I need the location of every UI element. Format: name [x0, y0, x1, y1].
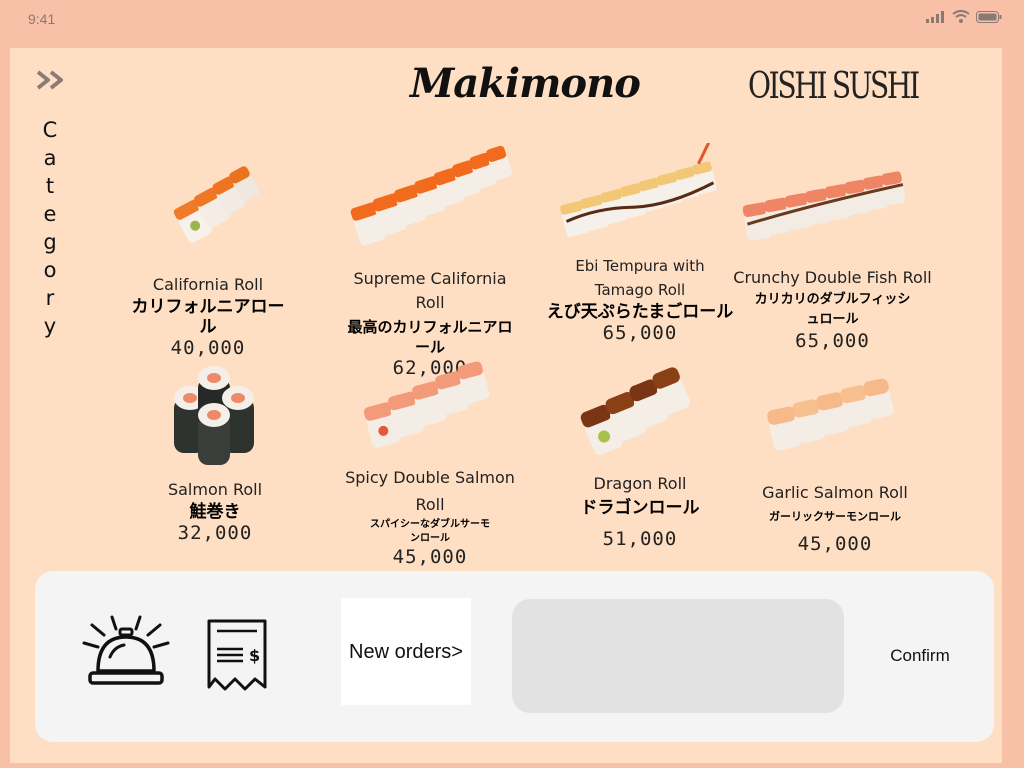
menu-item-salmon-roll[interactable]: Salmon Roll 鮭巻き 32,000 — [150, 353, 280, 544]
item-name-jp: 最高のカリフォルニアロール — [347, 318, 513, 356]
item-name: Spicy Double Salmon Roll — [345, 468, 515, 514]
svg-text:$: $ — [249, 646, 260, 665]
salmon-roll-image — [174, 366, 254, 465]
item-name: Salmon Roll — [167, 480, 263, 499]
menu-item-spicy-double-salmon-roll[interactable]: Spicy Double Salmon Roll スパイシーなダブルサーモンロー… — [340, 353, 520, 568]
item-name: Garlic Salmon Roll — [762, 483, 908, 502]
menu-item-ebi-tempura-roll[interactable]: Ebi Tempura with Tamago Roll えび天ぷらたまごロール… — [545, 143, 735, 344]
item-name-jp: 鮭巻き — [189, 502, 241, 522]
category-letter: y — [43, 314, 57, 338]
item-price: 51,000 — [602, 528, 678, 550]
item-name-jp: ガーリックサーモンロール — [769, 510, 901, 523]
category-letter: C — [42, 118, 58, 142]
item-name-jp: えび天ぷらたまごロール — [546, 302, 734, 322]
item-name: Dragon Roll — [593, 474, 687, 493]
item-price: 32,000 — [177, 522, 253, 544]
category-letter: e — [43, 202, 57, 226]
item-name-jp: スパイシーなダブルサーモンロール — [370, 519, 490, 544]
menu-item-supreme-california-roll[interactable]: Supreme California Roll 最高のカリフォルニアロール 62… — [340, 138, 520, 379]
confirm-button[interactable]: Confirm — [870, 611, 970, 701]
status-icons — [926, 10, 1002, 23]
california-roll-image — [173, 166, 260, 243]
status-time: 9:41 — [28, 11, 56, 27]
item-name: Ebi Tempura with Tamago Roll — [575, 257, 705, 299]
item-price: 65,000 — [602, 322, 678, 344]
item-name-jp: カリカリのダブルフィッシュロール — [754, 292, 911, 327]
receipt-icon[interactable]: $ — [201, 617, 273, 699]
brand-logo: OISHI SUSHI — [748, 66, 920, 107]
category-label[interactable]: C a t e g o r y — [40, 116, 60, 340]
expand-sidebar-icon[interactable] — [35, 68, 69, 92]
order-bar: $ New orders> Confirm — [35, 571, 994, 742]
item-name-jp: カリフォルニアロール — [131, 297, 285, 337]
item-price: 45,000 — [392, 546, 468, 568]
garlic-salmon-roll-image — [767, 378, 894, 451]
category-letter: t — [45, 174, 55, 198]
spicy-double-salmon-roll-image — [363, 361, 490, 448]
crunchy-double-fish-roll-image — [742, 171, 905, 241]
service-bell-icon[interactable] — [80, 615, 172, 695]
item-price: 65,000 — [795, 330, 870, 352]
supreme-california-roll-image — [350, 145, 512, 246]
dragon-roll-image — [580, 367, 690, 456]
menu-item-california-roll[interactable]: California Roll カリフォルニアロール 40,000 — [128, 153, 288, 359]
page-title: Makimono — [410, 60, 641, 107]
item-price: 45,000 — [797, 533, 873, 555]
item-name: Crunchy Double Fish Roll — [733, 268, 932, 287]
menu-item-dragon-roll[interactable]: Dragon Roll ドラゴンロール 51,000 — [570, 358, 710, 550]
item-name-jp: ドラゴンロール — [580, 498, 700, 518]
status-bar: 9:41 — [0, 0, 1024, 40]
item-name: California Roll — [152, 275, 264, 294]
order-summary-box — [512, 599, 844, 713]
battery-icon — [976, 10, 1002, 23]
category-letter: r — [45, 286, 55, 310]
new-orders-button[interactable]: New orders> — [341, 598, 471, 705]
wifi-icon — [952, 10, 970, 23]
category-letter: g — [43, 230, 57, 254]
category-letter: o — [43, 258, 57, 282]
menu-item-garlic-salmon-roll[interactable]: Garlic Salmon Roll ガーリックサーモンロール 45,000 — [750, 368, 920, 555]
signal-icon — [926, 10, 944, 23]
category-letter: a — [43, 146, 57, 170]
item-name: Supreme California Roll — [353, 269, 507, 312]
menu-item-crunchy-double-fish-roll[interactable]: Crunchy Double Fish Roll カリカリのダブルフィッシュロー… — [730, 153, 935, 352]
ebi-tempura-roll-image — [560, 143, 717, 238]
